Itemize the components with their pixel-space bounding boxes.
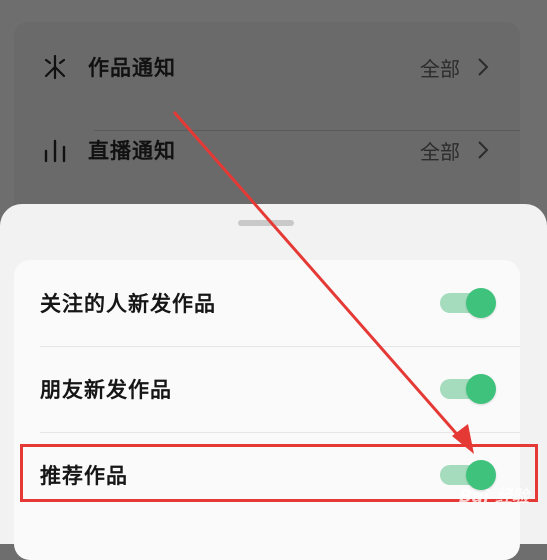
annotation-arrow xyxy=(172,111,474,454)
watermark: Bai 经验 xyxy=(458,487,529,507)
